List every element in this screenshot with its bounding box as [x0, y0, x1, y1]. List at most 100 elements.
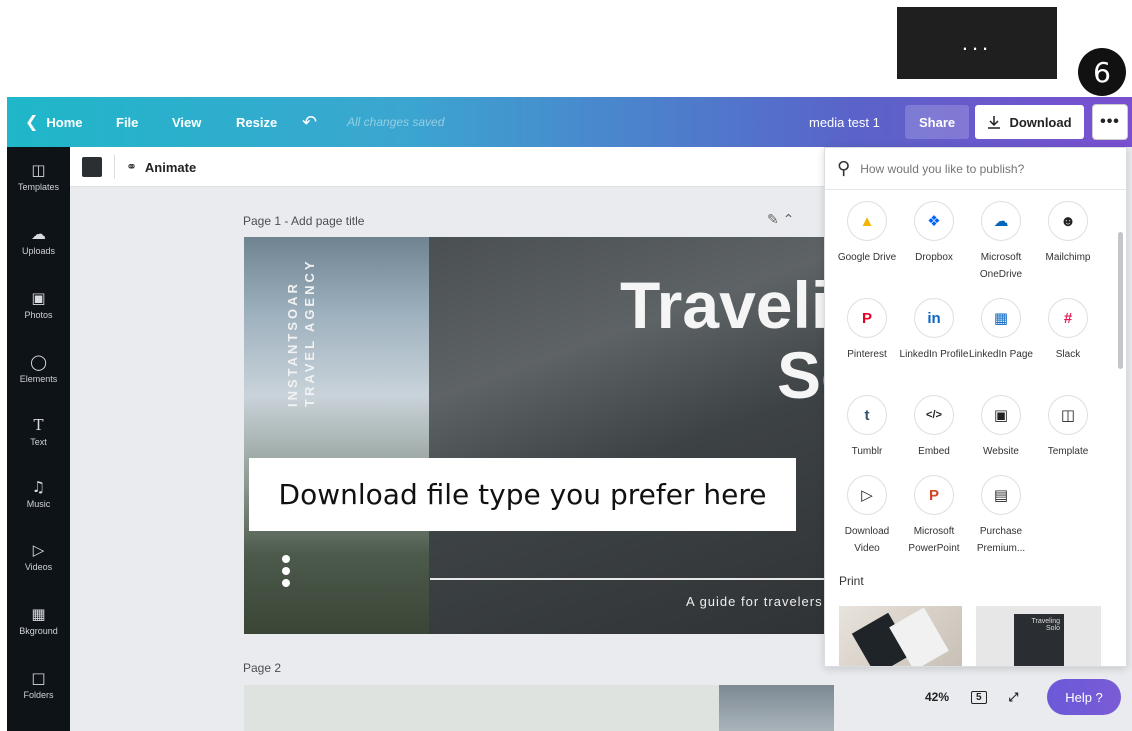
sidebar-item-photos[interactable]: ▣ Photos — [7, 280, 70, 330]
powerpoint-icon: P — [914, 475, 954, 515]
page-2-canvas[interactable] — [244, 685, 834, 731]
option-dropbox[interactable]: ❖ Dropbox — [901, 201, 967, 266]
sidebar-item-label: Folders — [23, 690, 54, 700]
top-bar: ❮ Home File View Resize ↶ All changes sa… — [7, 97, 1132, 147]
print-thumb-text: Traveling Solo — [1014, 614, 1064, 666]
option-slack[interactable]: # Slack — [1035, 298, 1101, 363]
option-website[interactable]: ▣ Website — [968, 395, 1034, 460]
option-purchase-premium[interactable]: ▤ Purchase Premium... — [968, 475, 1034, 557]
option-download-video[interactable]: ▷ Download Video — [834, 475, 900, 557]
tumblr-icon: t — [847, 395, 887, 435]
sidebar-item-text[interactable]: T Text — [7, 407, 70, 457]
option-template[interactable]: ◫ Template — [1035, 395, 1101, 460]
undo-icon[interactable]: ↶ — [302, 97, 317, 147]
share-button[interactable]: Share — [905, 105, 970, 139]
sidebar-item-background[interactable]: ▦ Bkground — [7, 596, 70, 646]
embed-icon: </> — [914, 395, 954, 435]
sidebar-item-music[interactable]: ♫ Music — [7, 469, 70, 519]
panel-scrollbar[interactable] — [1118, 232, 1123, 369]
page-count-icon[interactable]: 5 — [971, 690, 987, 704]
page-1-title[interactable]: Page 1 - Add page title — [243, 214, 364, 228]
download-video-icon: ▷ — [847, 475, 887, 515]
sidebar-item-label: Uploads — [21, 246, 56, 256]
title-text[interactable]: Traveli — [620, 267, 829, 343]
download-button[interactable]: Download — [975, 105, 1084, 139]
folders-icon: □ — [31, 669, 46, 687]
page-1-canvas[interactable]: INSTANTSOAR TRAVEL AGENCY Traveli So A g… — [244, 237, 834, 634]
home-label: Home — [46, 114, 83, 130]
left-sidebar: ◫ Templates ☁ Uploads ▣ Photos ◯ Element… — [7, 147, 70, 731]
google-drive-icon: ▲ — [847, 201, 887, 241]
print-section-label: Print — [839, 574, 864, 588]
elements-icon: ◯ — [30, 353, 47, 371]
chevron-left-icon: ❮ — [25, 114, 39, 131]
sidebar-item-label: Elements — [19, 374, 58, 384]
search-icon: ⚲ — [837, 158, 851, 178]
purchase-icon: ▤ — [981, 475, 1021, 515]
pinterest-icon: P — [847, 298, 887, 338]
save-status: All changes saved — [347, 115, 445, 129]
option-tumblr[interactable]: t Tumblr — [834, 395, 900, 460]
zoom-level[interactable]: 42% — [925, 690, 949, 704]
sidebar-item-label: Videos — [24, 562, 53, 572]
help-button[interactable]: Help ? — [1047, 679, 1121, 715]
animate-icon: ⚭ — [126, 159, 137, 174]
website-icon: ▣ — [981, 395, 1021, 435]
videos-icon: ▷ — [32, 541, 45, 559]
editor-app: ❮ Home File View Resize ↶ All changes sa… — [7, 97, 1132, 731]
print-product-thumbnail[interactable]: Traveling Solo — [976, 606, 1101, 666]
option-powerpoint[interactable]: P Microsoft PowerPoint — [901, 475, 967, 557]
page-2-title[interactable]: Page 2 — [243, 661, 281, 675]
linkedin-icon: in — [914, 298, 954, 338]
home-button[interactable]: ❮ Home — [25, 97, 83, 147]
option-mailchimp[interactable]: ☻ Mailchimp — [1035, 201, 1101, 266]
template-icon: ◫ — [1048, 395, 1088, 435]
sidebar-item-label: Templates — [17, 182, 60, 192]
download-icon — [988, 116, 1001, 129]
background-icon: ▦ — [31, 605, 46, 623]
mailchimp-icon: ☻ — [1048, 201, 1088, 241]
publish-panel: ⚲ ▲ Google Drive ❖ Dropbox ☁ Microsoft O… — [824, 147, 1127, 667]
option-linkedin-profile[interactable]: in LinkedIn Profile — [900, 298, 968, 363]
file-menu[interactable]: File — [116, 97, 138, 147]
sidebar-item-templates[interactable]: ◫ Templates — [7, 152, 70, 202]
print-product-thumbnail[interactable] — [839, 606, 962, 666]
brand-text[interactable]: INSTANTSOAR TRAVEL AGENCY — [284, 258, 318, 407]
option-onedrive[interactable]: ☁ Microsoft OneDrive — [968, 201, 1034, 283]
publish-search: ⚲ — [825, 148, 1126, 190]
photos-icon: ▣ — [31, 289, 46, 307]
sidebar-item-label: Bkground — [19, 626, 58, 636]
sky-photo — [244, 237, 429, 634]
animate-label: Animate — [144, 159, 197, 175]
sidebar-item-label: Photos — [24, 310, 53, 320]
sidebar-item-folders[interactable]: □ Folders — [7, 660, 70, 710]
sidebar-item-elements[interactable]: ◯ Elements — [7, 344, 70, 394]
instruction-annotation: Download file type you prefer here — [249, 458, 796, 531]
view-menu[interactable]: View — [172, 97, 201, 147]
onedrive-icon: ☁ — [981, 201, 1021, 241]
sidebar-item-videos[interactable]: ▷ Videos — [7, 532, 70, 582]
zoom-controls: 42% 5 ⤢ — [905, 675, 1040, 719]
page-note-icon[interactable]: ✎ ⌃ — [767, 211, 794, 228]
download-label: Download — [1009, 114, 1072, 130]
menu-callout-box: ... — [897, 7, 1057, 79]
fullscreen-icon[interactable]: ⤢ — [1009, 690, 1019, 705]
sidebar-item-uploads[interactable]: ☁ Uploads — [7, 216, 70, 266]
publish-search-input[interactable] — [860, 161, 1111, 176]
option-linkedin-page[interactable]: ▦ LinkedIn Page — [968, 298, 1034, 363]
option-pinterest[interactable]: P Pinterest — [834, 298, 900, 363]
color-swatch[interactable] — [82, 157, 102, 177]
document-name[interactable]: media test 1 — [809, 97, 880, 147]
sidebar-item-label: Text — [30, 437, 47, 447]
option-google-drive[interactable]: ▲ Google Drive — [834, 201, 900, 266]
animate-button[interactable]: ⚭ Animate — [126, 147, 196, 187]
dropbox-icon: ❖ — [914, 201, 954, 241]
resize-menu[interactable]: Resize — [236, 97, 277, 147]
option-embed[interactable]: </> Embed — [901, 395, 967, 460]
sidebar-item-label: Music — [26, 499, 51, 509]
subtitle-text[interactable]: A guide for travelers — [686, 594, 823, 609]
templates-icon: ◫ — [31, 161, 46, 179]
more-options-button[interactable]: ••• — [1093, 105, 1127, 139]
slack-icon: # — [1048, 298, 1088, 338]
divider-line — [430, 578, 834, 580]
